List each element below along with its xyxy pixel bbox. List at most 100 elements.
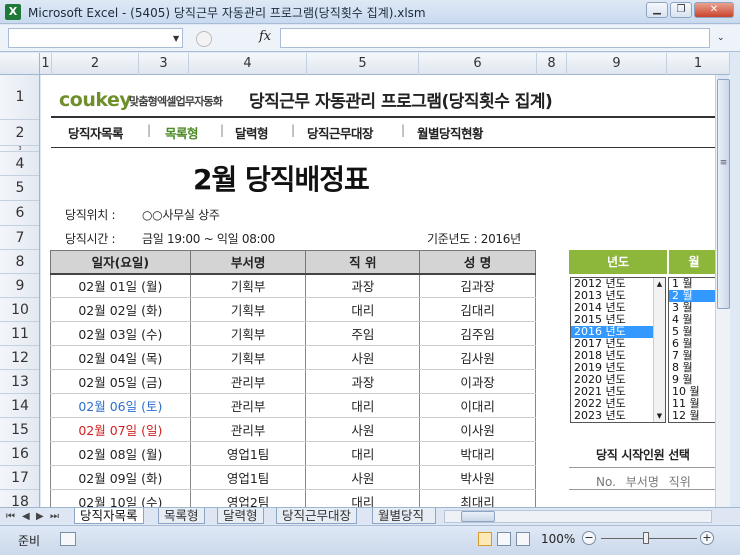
- date-cell[interactable]: 02월 01일 (월): [50, 273, 191, 298]
- vertical-scrollbar[interactable]: ≡: [715, 75, 730, 507]
- name-box[interactable]: [8, 28, 183, 48]
- name-cell[interactable]: 이대리: [419, 393, 536, 418]
- date-cell[interactable]: 02월 07일 (일): [50, 417, 191, 442]
- excel-icon[interactable]: X: [5, 4, 21, 20]
- col-header[interactable]: 5: [307, 53, 419, 75]
- position-cell[interactable]: 과장: [305, 273, 421, 298]
- page-layout-icon[interactable]: [497, 532, 511, 546]
- worksheet[interactable]: coukey 맞춤형엑셀업무자동화 당직근무 자동관리 프로그램(당직횟수 집계…: [41, 75, 715, 507]
- dept-cell[interactable]: 영업1팀: [189, 465, 307, 490]
- maximize-icon[interactable]: ❐: [670, 2, 692, 18]
- dept-cell[interactable]: 관리부: [189, 417, 307, 442]
- row-header[interactable]: 13: [0, 370, 39, 394]
- nav-calendar-view[interactable]: 달력형: [235, 123, 269, 142]
- start-person-list[interactable]: [569, 489, 715, 507]
- dept-cell[interactable]: 관리부: [189, 369, 307, 394]
- col-header[interactable]: 2: [52, 53, 139, 75]
- date-cell[interactable]: 02월 04일 (목): [50, 345, 191, 370]
- date-cell[interactable]: 02월 02일 (화): [50, 297, 191, 322]
- expand-formula-icon[interactable]: ⌄: [717, 33, 725, 43]
- position-cell[interactable]: 대리: [305, 441, 421, 466]
- name-cell[interactable]: 김주임: [419, 321, 536, 346]
- row-header[interactable]: 6: [0, 201, 39, 226]
- next-sheet-icon[interactable]: ▶: [36, 511, 44, 522]
- close-icon[interactable]: ✕: [694, 2, 734, 18]
- position-cell[interactable]: 사원: [305, 345, 421, 370]
- formula-input[interactable]: [280, 28, 710, 48]
- dept-cell[interactable]: 기획부: [189, 345, 307, 370]
- year-option[interactable]: 2023 년도: [571, 410, 665, 422]
- dept-cell[interactable]: 기획부: [189, 297, 307, 322]
- row-header[interactable]: 18: [0, 490, 39, 507]
- minimize-icon[interactable]: ▁: [646, 2, 668, 18]
- position-cell[interactable]: 대리: [305, 489, 421, 507]
- row-header[interactable]: 2: [0, 120, 39, 146]
- zoom-in-icon[interactable]: +: [700, 531, 714, 545]
- dept-cell[interactable]: 영업1팀: [189, 441, 307, 466]
- row-header[interactable]: 9: [0, 274, 39, 298]
- tab-calendar-view[interactable]: 달력형: [217, 508, 264, 524]
- nav-list-view[interactable]: 목록형: [165, 123, 199, 142]
- row-header[interactable]: 5: [0, 176, 39, 201]
- scroll-down-icon[interactable]: ▼: [654, 412, 665, 420]
- row-header[interactable]: 11: [0, 322, 39, 346]
- row-header[interactable]: 17: [0, 466, 39, 490]
- dept-cell[interactable]: 기획부: [189, 273, 307, 298]
- col-header[interactable]: 8: [537, 53, 567, 75]
- normal-view-icon[interactable]: [478, 532, 492, 546]
- row-header[interactable]: 1: [0, 75, 39, 120]
- col-header[interactable]: 1: [667, 53, 730, 75]
- date-cell[interactable]: 02월 09일 (화): [50, 465, 191, 490]
- name-cell[interactable]: 김과장: [419, 273, 536, 298]
- position-cell[interactable]: 대리: [305, 393, 421, 418]
- fx-icon[interactable]: fx: [259, 29, 271, 44]
- tab-duty-list[interactable]: 당직자목록: [74, 508, 144, 524]
- formula-toggle-icon[interactable]: [196, 31, 212, 47]
- row-header[interactable]: 14: [0, 394, 39, 418]
- scroll-up-icon[interactable]: ▲: [654, 280, 665, 288]
- zoom-out-icon[interactable]: −: [582, 531, 596, 545]
- month-listbox[interactable]: 1 월2 월3 월4 월5 월6 월7 월8 월9 월 10 월 11 월 12 월: [668, 277, 715, 423]
- date-cell[interactable]: 02월 06일 (토): [50, 393, 191, 418]
- tab-duty-ledger[interactable]: 당직근무대장: [276, 508, 358, 524]
- row-header[interactable]: 12: [0, 346, 39, 370]
- name-cell[interactable]: 박대리: [419, 441, 536, 466]
- row-header[interactable]: 15: [0, 418, 39, 442]
- col-header[interactable]: 4: [189, 53, 307, 75]
- tab-list-view[interactable]: 목록형: [158, 508, 205, 524]
- name-cell[interactable]: 김사원: [419, 345, 536, 370]
- vscroll-thumb[interactable]: ≡: [717, 79, 730, 309]
- zoom-slider[interactable]: [601, 538, 697, 539]
- name-cell[interactable]: 이과장: [419, 369, 536, 394]
- horizontal-scrollbar[interactable]: [444, 510, 712, 523]
- name-cell[interactable]: 김대리: [419, 297, 536, 322]
- select-all[interactable]: [0, 53, 40, 75]
- nav-duty-list[interactable]: 당직자목록: [68, 123, 124, 142]
- dept-cell[interactable]: 관리부: [189, 393, 307, 418]
- tab-monthly[interactable]: 월별당직: [372, 508, 436, 524]
- position-cell[interactable]: 과장: [305, 369, 421, 394]
- col-header[interactable]: 3: [139, 53, 189, 75]
- namebox-dropdown-icon[interactable]: ▼: [173, 34, 179, 43]
- prev-sheet-icon[interactable]: ◀: [22, 511, 30, 522]
- year-list-scrollbar[interactable]: ▲ ▼: [653, 278, 665, 422]
- dept-cell[interactable]: 기획부: [189, 321, 307, 346]
- date-cell[interactable]: 02월 08일 (월): [50, 441, 191, 466]
- position-cell[interactable]: 사원: [305, 465, 421, 490]
- name-cell[interactable]: 이사원: [419, 417, 536, 442]
- zoom-slider-thumb[interactable]: [643, 532, 649, 544]
- position-cell[interactable]: 주임: [305, 321, 421, 346]
- row-header[interactable]: 4: [0, 152, 39, 176]
- nav-monthly-status[interactable]: 월별당직현황: [417, 123, 484, 142]
- row-header[interactable]: 8: [0, 250, 39, 274]
- row-header[interactable]: 16: [0, 442, 39, 466]
- row-header[interactable]: 7: [0, 226, 39, 250]
- macro-record-icon[interactable]: [60, 532, 76, 546]
- page-break-icon[interactable]: [516, 532, 530, 546]
- position-cell[interactable]: 사원: [305, 417, 421, 442]
- date-cell[interactable]: 02월 05일 (금): [50, 369, 191, 394]
- last-sheet-icon[interactable]: ⏭: [50, 511, 59, 522]
- col-header[interactable]: 6: [419, 53, 537, 75]
- name-cell[interactable]: 박사원: [419, 465, 536, 490]
- col-header[interactable]: 9: [567, 53, 667, 75]
